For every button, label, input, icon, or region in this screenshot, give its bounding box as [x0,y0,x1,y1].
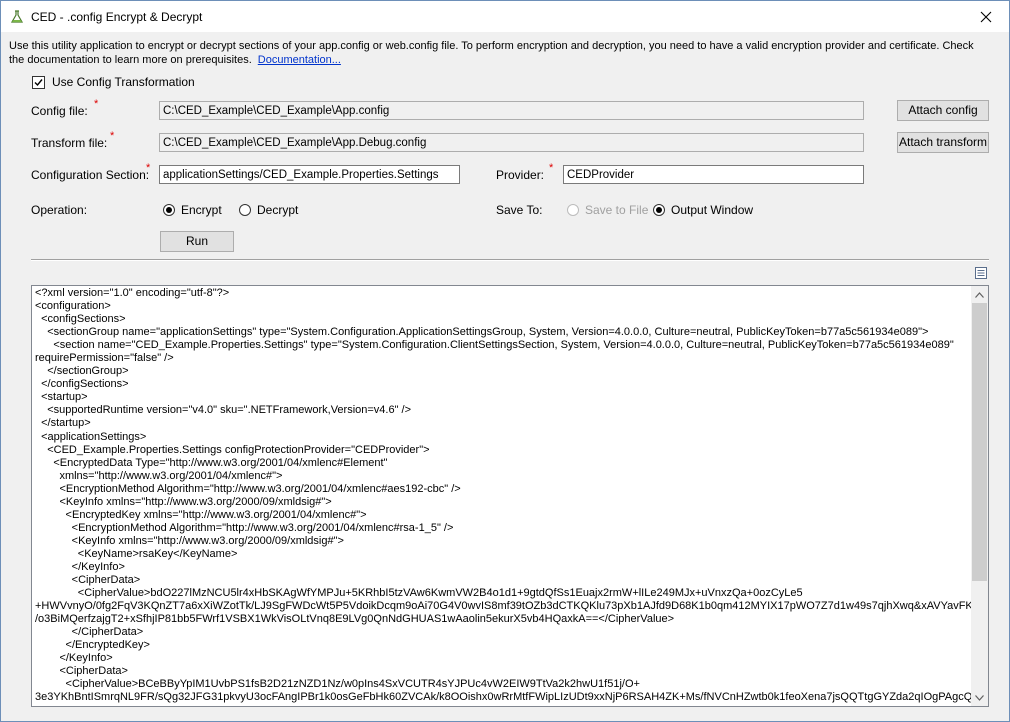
attach-transform-button[interactable]: Attach transform [897,132,989,153]
output-line: <?xml version="1.0" encoding="utf-8"?> [35,287,230,299]
description-text: Use this utility application to encrypt … [9,40,974,66]
save-to-file-radio[interactable]: Save to File [567,203,648,217]
output-line: xmlns="http://www.w3.org/2001/04/xmlenc#… [35,469,283,482]
output-line: 8OSRb2FE Pt7+OFBFe0/NCFxsH4lAbH Ms1D pAH… [35,705,972,706]
transform-file-required-marker: * [110,130,115,142]
output-line: </CipherData> [35,626,144,639]
output-line: <configSections> [35,313,126,326]
description: Use this utility application to encrypt … [9,39,989,67]
documentation-link[interactable]: Documentation... [258,54,341,66]
output-window[interactable]: <?xml version="1.0" encoding="utf-8"?> <c… [31,285,989,707]
chevron-down-icon [975,694,984,701]
output-window-radio-label: Output Window [671,203,754,217]
decrypt-radio[interactable]: Decrypt [239,203,298,217]
output-line: 3e3YKhBntISmrqNL9FR/sQg32JFG31pkvyU3ocFA… [35,691,972,704]
use-config-transformation[interactable]: Use Config Transformation [32,75,195,89]
output-line: <KeyName>rsaKey</KeyName> [35,547,238,560]
output-line: <configuration> [35,300,111,313]
output-line: </configSections> [35,378,129,391]
vertical-scrollbar[interactable] [971,286,988,706]
transform-file-label: Transform file: [31,136,108,150]
output-line: <CipherValue>bdO227lMzNCU5lr4xHbSKAgWfYM… [35,587,803,600]
output-line: <EncryptedKey xmlns="http://www.w3.org/2… [35,508,367,521]
close-button[interactable] [963,1,1009,32]
output-line: </KeyInfo> [35,560,125,573]
output-line: <supportedRuntime version="v4.0" sku=".N… [35,404,412,417]
output-line: <CipherData> [35,665,128,678]
config-file-field[interactable]: C:\CED_Example\CED_Example\App.config [159,101,864,120]
output-line: <CED_Example.Properties.Settings configP… [35,443,430,456]
output-line: requirePermission="false" /> [35,352,174,365]
encrypt-radio[interactable]: Encrypt [163,203,222,217]
provider-label: Provider: [496,168,545,182]
output-line: <EncryptionMethod Algorithm="http://www.… [35,521,454,534]
configuration-section-label: Configuration Section: [31,168,150,182]
output-line: <KeyInfo xmlns="http://www.w3.org/2000/0… [35,495,332,508]
checkmark-icon [34,78,43,86]
output-line: </sectionGroup> [35,365,129,378]
provider-input[interactable]: CEDProvider [563,165,864,184]
output-line: +HWVvnyO/0fg2FqV3KQnZT7a6xXiWZotTk/LJ9Sg… [35,600,972,613]
config-file-required-marker: * [94,98,99,110]
config-file-label: Config file: [31,104,88,118]
operation-label: Operation: [31,203,88,217]
output-line: <sectionGroup name="applicationSettings"… [35,326,929,339]
scrollbar-thumb[interactable] [972,303,987,581]
use-config-transformation-checkbox[interactable] [32,75,45,89]
provider-required-marker: * [549,162,554,174]
decrypt-radio-dot[interactable] [239,204,251,216]
title-bar: CED - .config Encrypt & Decrypt [1,1,1009,32]
output-text[interactable]: <?xml version="1.0" encoding="utf-8"?> <c… [35,287,972,705]
output-line: <EncryptionMethod Algorithm="http://www.… [35,482,461,495]
chevron-up-icon [975,291,984,298]
close-icon [980,11,992,22]
output-line: /o3BiMQerfzajgT2+xSfhjIP81bb5FWrf1VSBX1W… [35,613,675,626]
encrypt-radio-label: Encrypt [181,203,222,217]
save-to-file-radio-label: Save to File [585,203,649,217]
save-to-file-radio-dot[interactable] [567,204,579,216]
output-line: <CipherValue>BCeBByYpIM1UvbPS1fsB2D21zNZ… [35,678,640,691]
window-title: CED - .config Encrypt & Decrypt [31,10,203,24]
output-line: <startup> [35,391,88,404]
flask-icon [10,10,24,23]
use-config-transformation-label: Use Config Transformation [52,75,195,89]
output-line: </KeyInfo> [35,652,113,665]
transform-file-field[interactable]: C:\CED_Example\CED_Example\App.Debug.con… [159,133,864,152]
output-line: <applicationSettings> [35,430,147,443]
output-line: </startup> [35,417,91,430]
attach-config-button[interactable]: Attach config [897,100,989,121]
configuration-section-required-marker: * [146,162,151,174]
output-window-radio-dot[interactable] [653,204,665,216]
output-line: </EncryptedKey> [35,639,150,652]
decrypt-radio-label: Decrypt [257,203,299,217]
encrypt-radio-dot[interactable] [163,204,175,216]
output-line: <EncryptedData Type="http://www.w3.org/2… [35,456,388,469]
separator [31,259,989,261]
configuration-section-input[interactable]: applicationSettings/CED_Example.Properti… [159,165,460,184]
output-window-radio[interactable]: Output Window [653,203,753,217]
output-line: <section name="CED_Example.Properties.Se… [35,339,954,352]
run-button[interactable]: Run [160,231,234,252]
save-to-label: Save To: [496,203,543,217]
scroll-up-button[interactable] [971,286,988,303]
document-icon[interactable] [974,266,988,280]
output-line: <KeyInfo xmlns="http://www.w3.org/2000/0… [35,534,344,547]
output-line: <CipherData> [35,574,141,587]
app-window: CED - .config Encrypt & Decrypt Use this… [0,0,1010,722]
scroll-down-button[interactable] [971,689,988,706]
